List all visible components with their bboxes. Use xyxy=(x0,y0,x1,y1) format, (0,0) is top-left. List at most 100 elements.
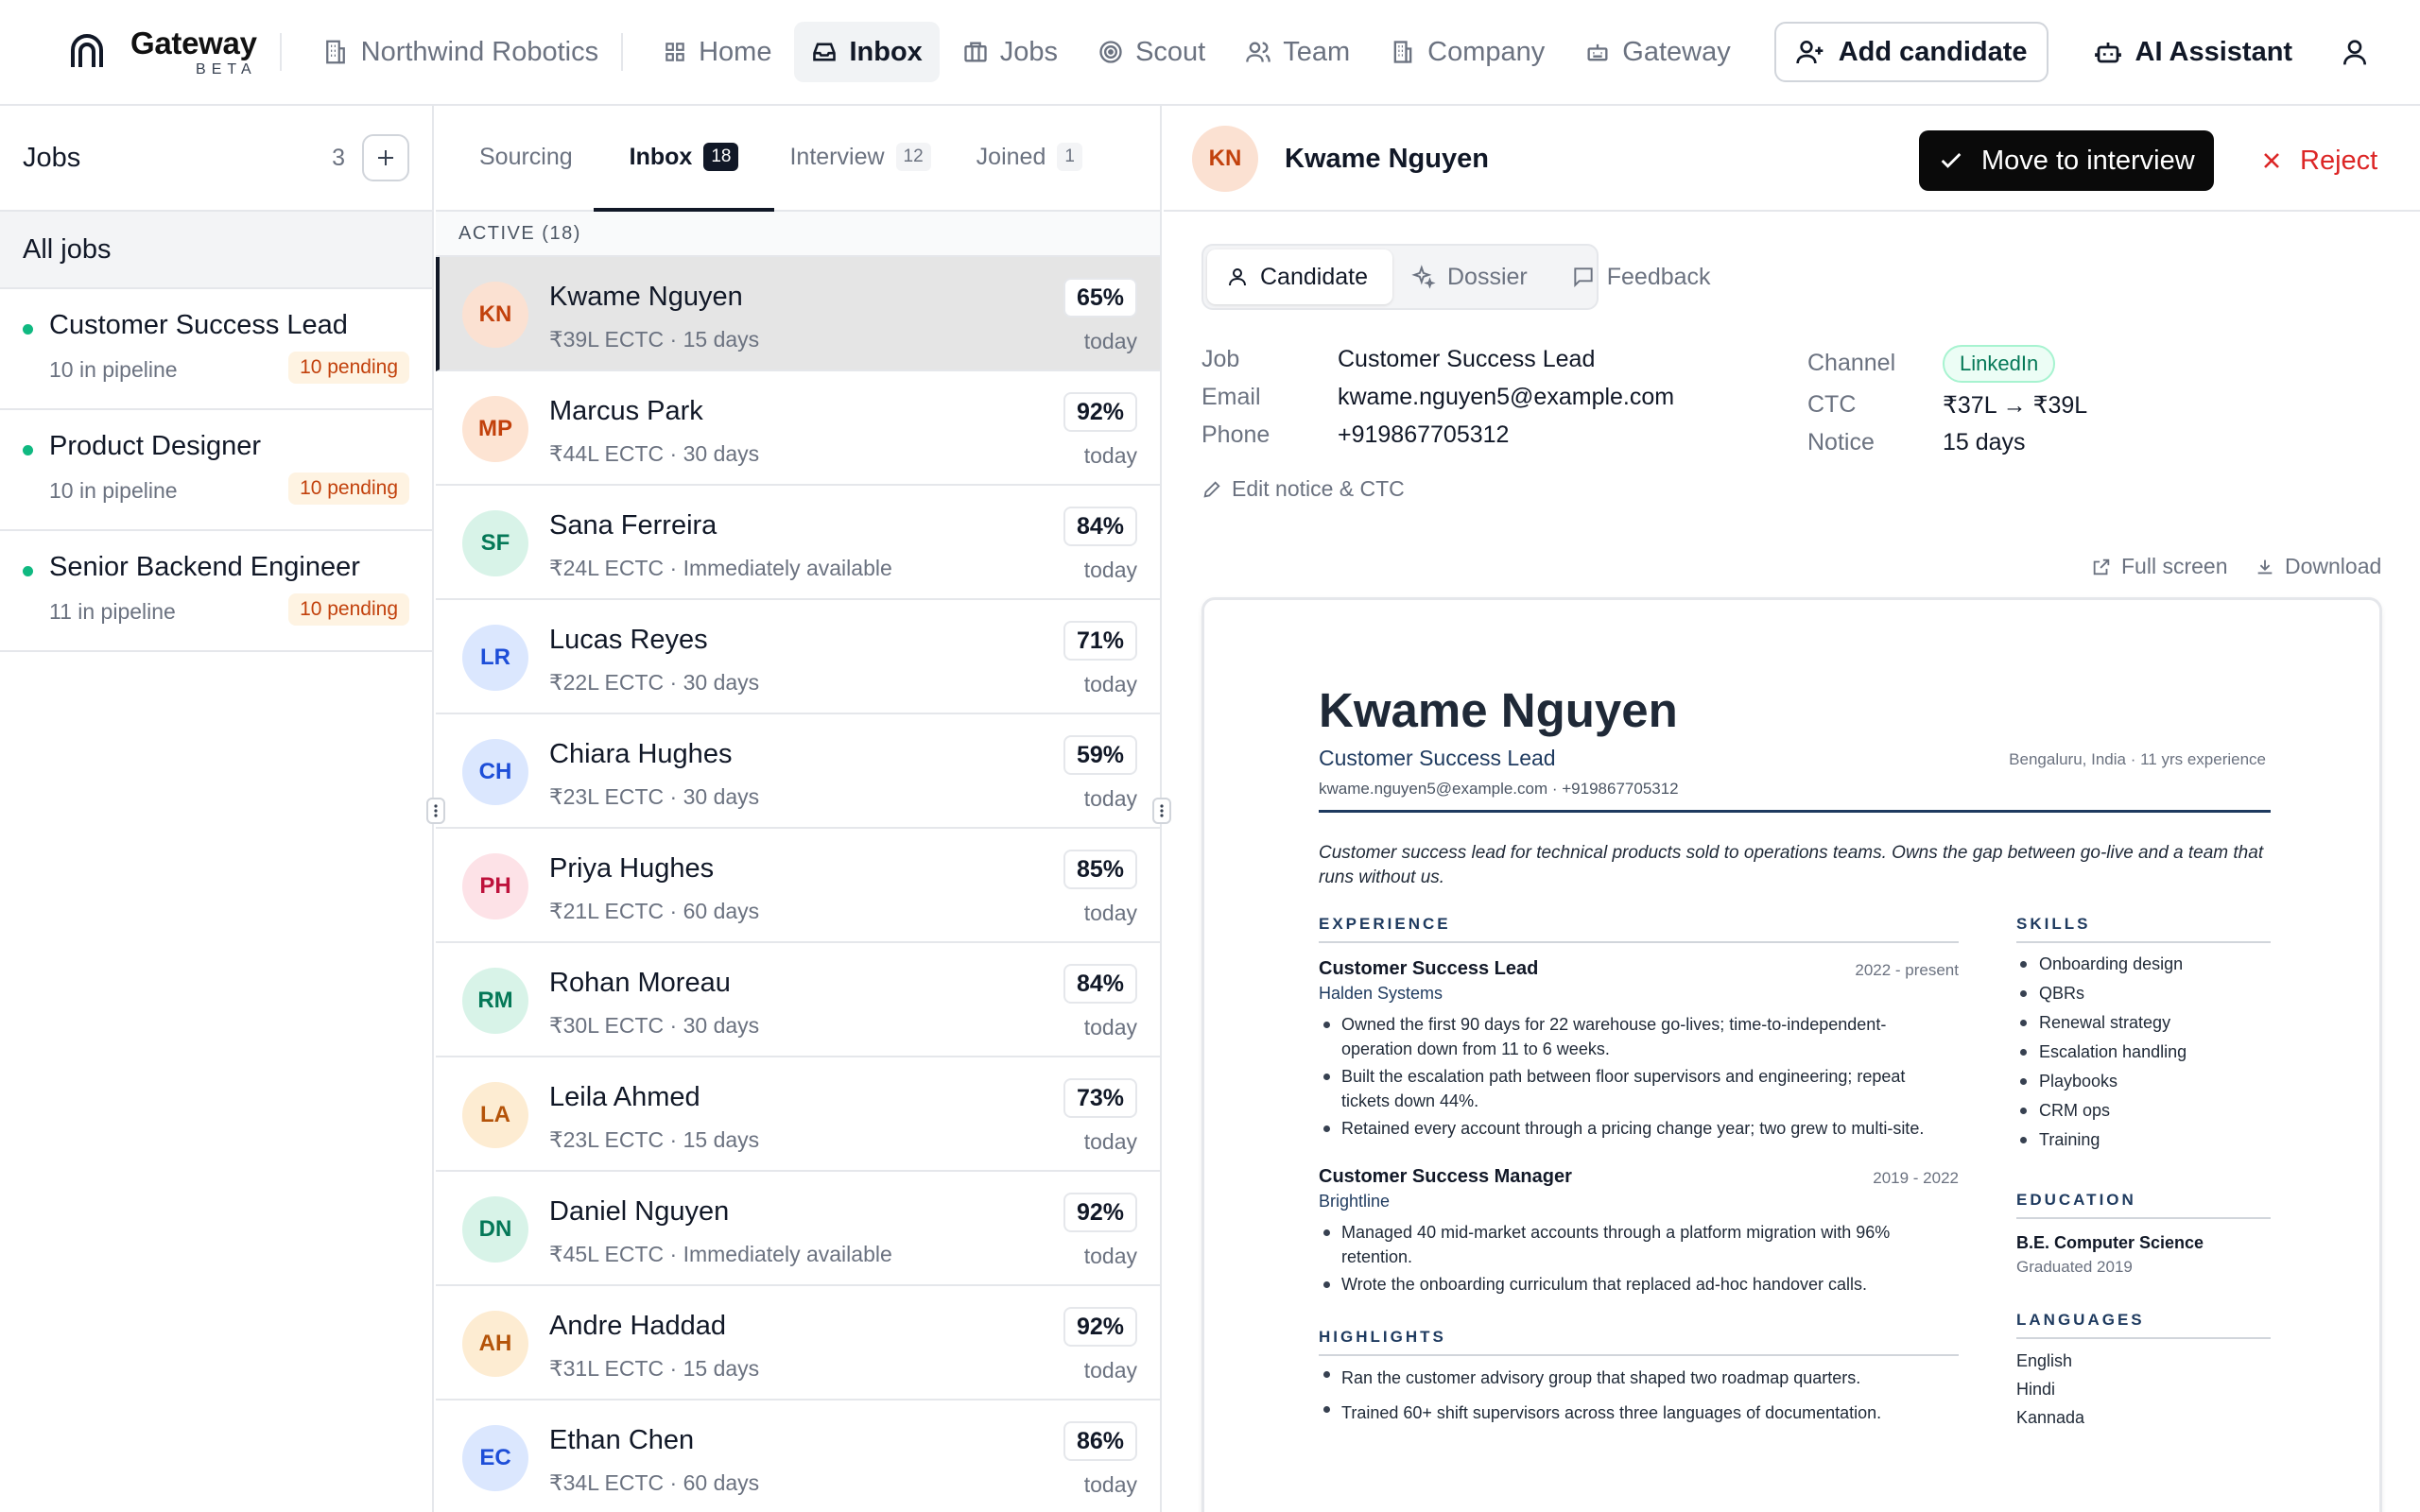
phone-value[interactable]: +919867705312 xyxy=(1338,421,1509,449)
resume-role: Customer Success Lead xyxy=(1319,746,1556,770)
tab-joined[interactable]: Joined 1 xyxy=(952,106,1103,212)
job-item[interactable]: Senior Backend Engineer 11 in pipeline 1… xyxy=(0,531,432,652)
job-item[interactable]: Customer Success Lead 10 in pipeline 10 … xyxy=(0,289,432,410)
skill-item: Onboarding design xyxy=(2016,950,2187,979)
nav-label: Company xyxy=(1427,36,1546,67)
add-candidate-button[interactable]: Add candidate xyxy=(1773,22,2048,82)
match-score-badge: 86% xyxy=(1063,1421,1137,1461)
candidate-name: Chiara Hughes xyxy=(549,739,733,769)
all-jobs-item[interactable]: All jobs xyxy=(0,212,432,289)
degree: B.E. Computer Science xyxy=(2016,1233,2204,1252)
resume-bullet: Ran the customer advisory group that sha… xyxy=(1319,1362,1959,1394)
nav-scout[interactable]: Scout xyxy=(1080,22,1222,82)
full-screen-button[interactable]: Full screen xyxy=(2091,554,2227,579)
received-time: today xyxy=(1083,329,1137,353)
resume-company: Halden Systems xyxy=(1319,984,1443,1003)
pending-badge: 10 pending xyxy=(288,472,409,505)
candidate-name: Priya Hughes xyxy=(549,853,715,884)
tab-count: 12 xyxy=(895,143,931,171)
pending-badge: 10 pending xyxy=(288,593,409,626)
resume-job-dates: 2022 - present xyxy=(1855,961,1959,979)
nav-inbox[interactable]: Inbox xyxy=(794,22,940,82)
reject-button[interactable]: Reject xyxy=(2249,130,2389,191)
resume-company: Brightline xyxy=(1319,1192,1391,1211)
nav-label: Scout xyxy=(1135,36,1206,67)
building-icon xyxy=(321,38,350,66)
tab-dossier[interactable]: Dossier xyxy=(1392,249,1552,304)
education-heading: EDUCATION xyxy=(2016,1191,2136,1209)
download-button[interactable]: Download xyxy=(2255,554,2381,579)
candidate-row[interactable]: KN Kwame Nguyen ₹39L ECTC · 15 days 65% toda… xyxy=(436,257,1160,371)
job-item[interactable]: Product Designer 10 in pipeline 10 pendi… xyxy=(0,410,432,531)
job-value: Customer Success Lead xyxy=(1338,346,1596,372)
match-score-badge: 85% xyxy=(1063,850,1137,889)
candidate-row[interactable]: EC Ethan Chen ₹34L ECTC · 60 days 86% today xyxy=(436,1400,1160,1512)
move-label: Move to interview xyxy=(1981,145,2195,176)
received-time: today xyxy=(1083,1129,1137,1154)
gateway-icon xyxy=(1584,39,1611,65)
brand[interactable]: Gateway BETA xyxy=(68,27,257,77)
candidate-row[interactable]: CH Chiara Hughes ₹23L ECTC · 30 days 59% tod… xyxy=(436,714,1160,829)
language-item: Kannada xyxy=(2016,1408,2085,1427)
nav-home[interactable]: Home xyxy=(646,22,788,82)
external-link-icon xyxy=(2091,557,2112,577)
candidate-row[interactable]: PH Priya Hughes ₹21L ECTC · 60 days 85% toda… xyxy=(436,829,1160,943)
match-score-badge: 92% xyxy=(1063,1193,1137,1232)
edit-label: Edit notice & CTC xyxy=(1232,476,1405,501)
candidate-meta: ₹34L ECTC · 60 days xyxy=(549,1470,760,1495)
tab-sourcing[interactable]: Sourcing xyxy=(441,106,594,212)
resume-bullet: Wrote the onboarding curriculum that rep… xyxy=(1319,1272,1943,1297)
candidate-row[interactable]: LA Leila Ahmed ₹23L ECTC · 15 days 73% today xyxy=(436,1057,1160,1172)
sparkles-icon xyxy=(1411,265,1436,289)
candidate-name: Andre Haddad xyxy=(549,1311,727,1341)
nav-jobs[interactable]: Jobs xyxy=(945,22,1075,82)
org-switcher[interactable]: Northwind Robotics xyxy=(304,22,615,82)
candidate-row[interactable]: RM Rohan Moreau ₹30L ECTC · 30 days 84% toda… xyxy=(436,943,1160,1057)
reject-label: Reject xyxy=(2300,145,2378,176)
received-time: today xyxy=(1083,1015,1137,1040)
resume-bullets: Managed 40 mid-market accounts through a… xyxy=(1319,1220,1943,1299)
job-pipeline: 10 in pipeline xyxy=(49,478,178,503)
nav-gateway[interactable]: Gateway xyxy=(1567,22,1747,82)
jobs-title: Jobs xyxy=(23,142,81,173)
candidate-row[interactable]: MP Marcus Park ₹44L ECTC · 30 days 92% today xyxy=(436,371,1160,486)
avatar: RM xyxy=(462,968,528,1034)
avatar: CH xyxy=(462,739,528,805)
edit-notice-ctc-link[interactable]: Edit notice & CTC xyxy=(1201,476,1405,502)
avatar: PH xyxy=(462,853,528,919)
building-icon xyxy=(1390,39,1416,65)
tab-interview[interactable]: Interview 12 xyxy=(774,106,951,212)
candidate-name: Kwame Nguyen xyxy=(1285,144,1489,174)
jobs-count: 3 xyxy=(332,144,345,171)
email-value[interactable]: kwame.nguyen5@example.com xyxy=(1338,384,1674,411)
channel-label: Channel xyxy=(1807,350,1896,376)
candidate-row[interactable]: SF Sana Ferreira ₹24L ECTC · Immediately a… xyxy=(436,486,1160,600)
profile-button[interactable] xyxy=(2340,37,2370,67)
close-icon xyxy=(2260,149,2283,172)
resume-bullet: Trained 60+ shift supervisors across thr… xyxy=(1319,1397,1959,1429)
pending-badge: 10 pending xyxy=(288,352,409,384)
nav-company[interactable]: Company xyxy=(1373,22,1562,82)
tab-label: Joined xyxy=(976,143,1046,170)
ai-assistant-button[interactable]: AI Assistant xyxy=(2077,22,2310,82)
tab-inbox[interactable]: Inbox 18 xyxy=(593,106,775,212)
nav-team[interactable]: Team xyxy=(1228,22,1367,82)
candidate-row[interactable]: DN Daniel Nguyen ₹45L ECTC · Immediately a… xyxy=(436,1172,1160,1286)
candidate-row[interactable]: AH Andre Haddad ₹31L ECTC · 15 days 92% toda… xyxy=(436,1286,1160,1400)
move-to-interview-button[interactable]: Move to interview xyxy=(1919,130,2214,191)
tab-feedback[interactable]: Feedback xyxy=(1552,249,1736,304)
candidate-row[interactable]: LR Lucas Reyes ₹22L ECTC · 30 days 71% today xyxy=(436,600,1160,714)
candidate-name: Marcus Park xyxy=(549,396,703,426)
add-job-button[interactable] xyxy=(362,134,409,181)
resume-preview: Kwame Nguyen Customer Success Lead Benga… xyxy=(1201,597,2382,1512)
skill-item: QBRs xyxy=(2016,979,2187,1008)
jobs-panel: Jobs 3 All jobs Customer Success Lead 10… xyxy=(0,106,434,1512)
divider xyxy=(279,33,282,71)
received-time: today xyxy=(1083,786,1137,811)
job-label: Job xyxy=(1201,346,1240,372)
bot-icon xyxy=(2094,38,2122,66)
graduated: Graduated 2019 xyxy=(2016,1258,2133,1276)
tab-candidate[interactable]: Candidate xyxy=(1207,249,1392,304)
scout-target-icon xyxy=(1098,39,1124,65)
match-score-badge: 84% xyxy=(1063,507,1137,546)
